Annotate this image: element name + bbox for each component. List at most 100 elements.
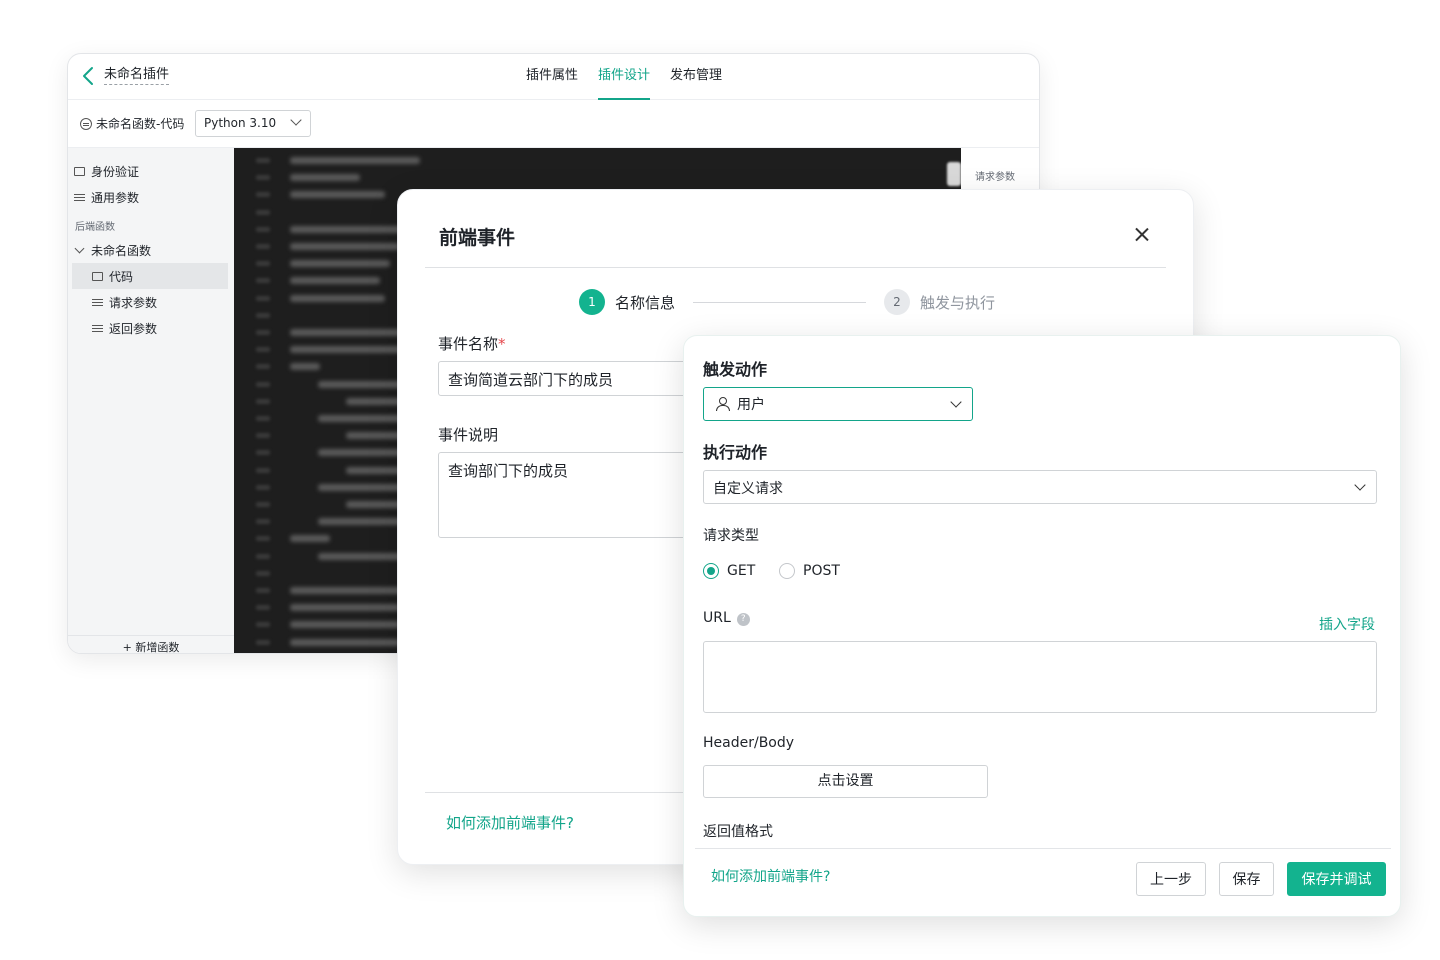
sidebar-item-return-params[interactable]: 返回参数 (72, 315, 228, 341)
line-number (256, 553, 270, 559)
help-link[interactable]: 如何添加前端事件? (446, 812, 574, 833)
line-number (256, 484, 270, 490)
url-label: URL? (703, 610, 750, 626)
function-label: 未命名函数-代码 (80, 115, 184, 132)
sidebar-item-label: 通用参数 (91, 190, 140, 205)
line-number (256, 226, 270, 232)
prev-step-button[interactable]: 上一步 (1136, 862, 1206, 896)
id-card-icon (74, 166, 85, 176)
tab-publish-management[interactable]: 发布管理 (670, 54, 722, 100)
save-and-debug-button[interactable]: 保存并调试 (1287, 862, 1386, 896)
editor-sidebar: 身份验证 通用参数 后端函数 未命名函数 代码 请求参数 返回参数 + 新增函数 (68, 148, 234, 653)
line-number (256, 467, 270, 473)
sidebar-item-label: 未命名函数 (91, 243, 152, 258)
sidebar-item-code[interactable]: 代码 (72, 263, 228, 289)
plugin-name[interactable]: 未命名插件 (104, 66, 170, 85)
line-number (256, 639, 270, 645)
radio-post[interactable]: POST (779, 563, 840, 579)
configure-header-body-button[interactable]: 点击设置 (703, 765, 988, 798)
code-text (290, 621, 400, 629)
action-heading: 执行动作 (703, 443, 768, 462)
sidebar-item-label: 身份验证 (91, 164, 140, 179)
step-number: 1 (579, 289, 605, 315)
help-link[interactable]: 如何添加前端事件? (711, 866, 830, 886)
sidebar-item-auth[interactable]: 身份验证 (72, 158, 228, 184)
line-number (256, 278, 270, 284)
url-input[interactable] (703, 641, 1377, 713)
add-function-label: 新增函数 (135, 641, 180, 654)
editor-header: 未命名插件 插件属性 插件设计 发布管理 (68, 54, 1039, 100)
code-text (290, 191, 385, 199)
url-label-text: URL (703, 610, 731, 626)
sidebar-item-common-params[interactable]: 通用参数 (72, 184, 228, 210)
line-number (256, 398, 270, 404)
list-icon (92, 298, 103, 307)
language-select[interactable]: Python 3.10 (195, 110, 311, 137)
sidebar-item-label: 请求参数 (109, 295, 158, 310)
line-number (256, 330, 270, 335)
action-select[interactable]: 自定义请求 (703, 470, 1377, 504)
help-icon[interactable]: ? (736, 613, 750, 626)
chevron-down-icon (74, 243, 85, 254)
sidebar-group-backend: 后端函数 (75, 222, 115, 233)
line-number (256, 192, 270, 198)
language-value: Python 3.10 (204, 116, 277, 130)
step-label: 名称信息 (615, 293, 676, 312)
line-number (256, 433, 270, 439)
line-number (256, 622, 270, 628)
chevron-down-icon (1354, 479, 1366, 491)
divider (425, 792, 725, 793)
dialog-title: 前端事件 (439, 227, 516, 249)
code-text (290, 535, 330, 543)
insert-field-link[interactable]: 插入字段 (1319, 614, 1375, 634)
line-number (256, 519, 270, 525)
function-icon (80, 117, 92, 130)
line-number (256, 312, 270, 318)
code-line (234, 152, 961, 169)
sidebar-item-function[interactable]: 未命名函数 (72, 237, 228, 263)
event-name-label: 事件名称* (438, 333, 506, 354)
code-text (290, 174, 360, 182)
required-mark: * (498, 335, 506, 353)
line-number (256, 244, 270, 249)
tab-plugin-design[interactable]: 插件设计 (598, 54, 651, 100)
step-trigger-execute: 2 触发与执行 (884, 289, 995, 315)
step-number: 2 (884, 289, 910, 315)
sidebar-item-request-params[interactable]: 请求参数 (72, 289, 228, 315)
code-text (318, 518, 408, 526)
radio-dot (779, 563, 795, 579)
radio-label: GET (727, 563, 756, 579)
close-icon[interactable] (1132, 225, 1152, 245)
code-text (290, 157, 420, 164)
step-connector (693, 302, 866, 303)
line-number (256, 502, 270, 507)
divider (695, 848, 1391, 849)
line-number (256, 209, 270, 215)
line-number (256, 570, 270, 576)
back-arrow-icon[interactable] (78, 65, 100, 87)
save-button[interactable]: 保存 (1219, 862, 1274, 896)
header-body-label: Header/Body (703, 735, 795, 751)
event-name-label-text: 事件名称 (438, 335, 499, 353)
list-icon (74, 193, 85, 202)
step-label: 触发与执行 (920, 293, 996, 312)
chevron-down-icon (290, 114, 302, 126)
radio-get[interactable]: GET (703, 563, 755, 579)
line-number (256, 450, 270, 456)
action-value: 自定义请求 (713, 481, 783, 497)
editor-tabs: 插件属性 插件设计 发布管理 (526, 54, 722, 100)
code-line (234, 169, 961, 186)
sidebar-item-label: 代码 (109, 269, 134, 284)
line-number (256, 381, 270, 387)
editor-toolbar: 未命名函数-代码 Python 3.10 (68, 100, 1039, 148)
function-label-text: 未命名函数-代码 (96, 117, 185, 131)
line-number (256, 605, 270, 611)
event-desc-label: 事件说明 (438, 426, 499, 444)
code-text (290, 638, 400, 646)
trigger-select[interactable]: 用户 (703, 387, 973, 421)
tab-plugin-properties[interactable]: 插件属性 (526, 54, 578, 100)
trigger-execute-panel: 触发动作 用户 执行动作 自定义请求 请求类型 GET POST URL? 插入… (683, 335, 1401, 917)
trigger-heading: 触发动作 (703, 360, 768, 379)
request-type-label: 请求类型 (703, 528, 759, 544)
add-function-button[interactable]: + 新增函数 (68, 635, 234, 654)
